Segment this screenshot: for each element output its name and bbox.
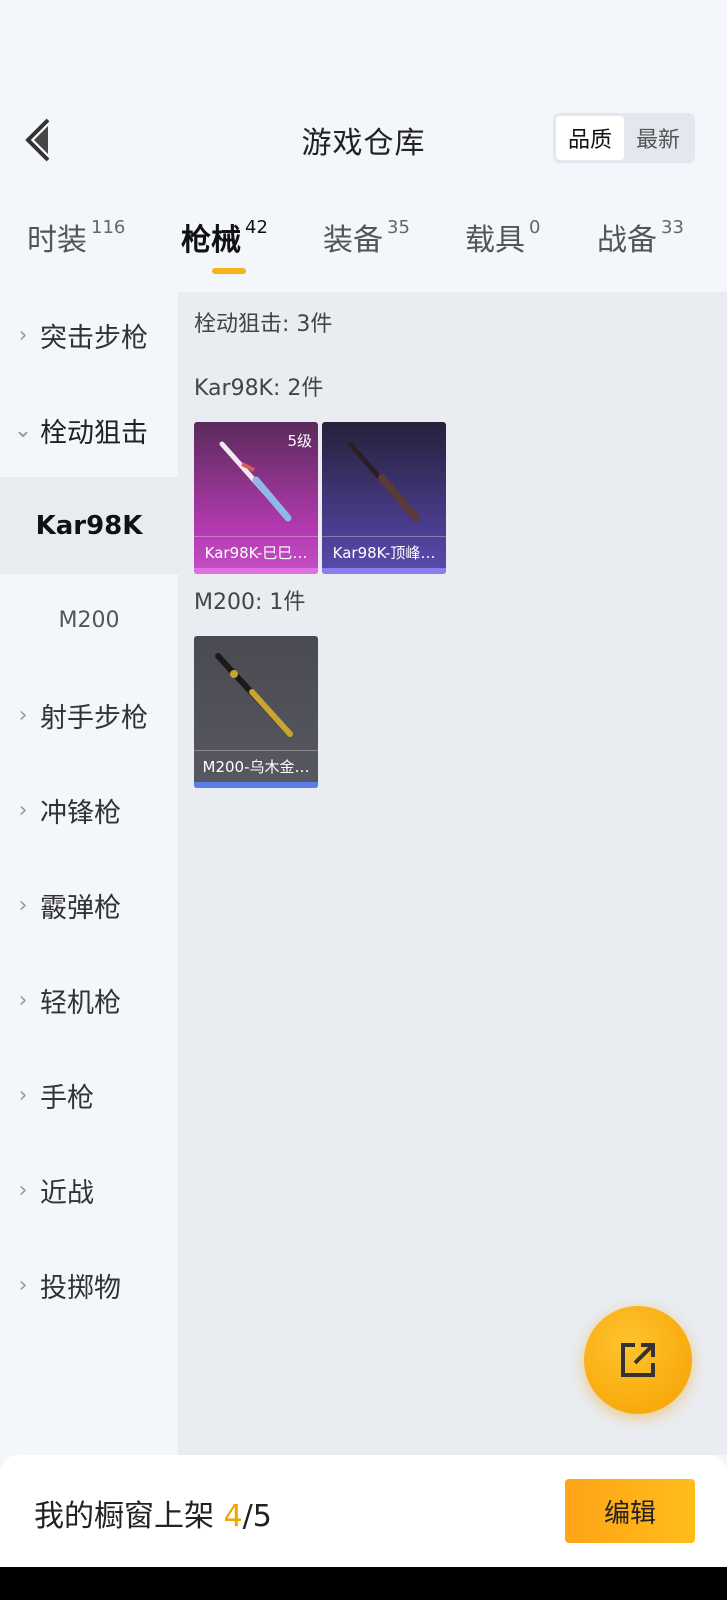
chevron-right-icon: › (18, 988, 28, 1013)
showcase-label: 我的橱窗上架 (34, 1499, 214, 1534)
tab-equipment[interactable]: 装备 35 (323, 215, 410, 275)
sidebar-subitem-label: Kar98K (35, 510, 143, 541)
chevron-right-icon: › (18, 1083, 28, 1108)
rarity-bar (322, 568, 446, 574)
group-title: M200: 1件 (194, 590, 306, 615)
rifle-skin-image (215, 653, 293, 737)
share-button[interactable] (584, 1306, 692, 1414)
tab-count: 116 (91, 217, 126, 238)
tab-label: 枪械 (181, 223, 241, 258)
item-name: M200-乌木金… (194, 750, 318, 782)
showcase-status: 我的橱窗上架 4/5 (34, 1491, 272, 1535)
tab-firearms[interactable]: 枪械 42 (181, 215, 268, 275)
sort-toggle[interactable]: 品质 最新 (553, 113, 695, 163)
showcase-bar: 我的橱窗上架 4/5 编辑 (0, 1455, 727, 1567)
sort-newest-option[interactable]: 最新 (624, 116, 692, 160)
item-card[interactable]: Kar98K-顶峰… (322, 422, 446, 574)
sidebar-item-smg[interactable]: › 冲锋枪 (0, 762, 178, 859)
item-name: Kar98K-顶峰… (322, 536, 446, 568)
item-card[interactable]: M200-乌木金… (194, 636, 318, 788)
sidebar-item-throwables[interactable]: › 投掷物 (0, 1237, 178, 1334)
tab-label: 战备 (597, 223, 657, 258)
sidebar-item-label: 投掷物 (40, 1273, 121, 1304)
rarity-bar (194, 568, 318, 574)
sidebar-item-shotgun[interactable]: › 霰弹枪 (0, 857, 178, 954)
tab-label: 时装 (27, 223, 87, 258)
sidebar-item-assault-rifle[interactable]: › 突击步枪 (0, 287, 178, 384)
tab-count: 33 (661, 217, 684, 238)
tab-count: 35 (387, 217, 410, 238)
sidebar-item-label: 冲锋枪 (40, 798, 121, 829)
sidebar-subitem-m200[interactable]: M200 (0, 572, 178, 669)
sidebar-item-pistol[interactable]: › 手枪 (0, 1047, 178, 1144)
showcase-current-count: 4 (223, 1499, 243, 1534)
sidebar-item-label: 轻机枪 (40, 988, 121, 1019)
tab-count: 42 (245, 217, 268, 238)
sidebar-item-label: 射手步枪 (40, 703, 148, 734)
chevron-right-icon: › (18, 893, 28, 918)
item-grid-panel: 栓动狙击: 3件 Kar98K: 2件 5级 Kar98K-巳巳… Kar98K… (178, 292, 727, 1455)
level-badge: 5级 (287, 432, 312, 450)
sort-quality-option[interactable]: 品质 (556, 116, 624, 160)
tab-combat-gear[interactable]: 战备 33 (597, 215, 684, 275)
sidebar-subitem-label: M200 (58, 608, 120, 633)
system-nav-bar (0, 1567, 727, 1600)
sidebar-item-label: 栓动狙击 (40, 418, 148, 449)
chevron-right-icon: › (18, 798, 28, 823)
tab-fashion[interactable]: 时装 116 (27, 215, 125, 275)
sidebar-item-label: 突击步枪 (40, 323, 148, 354)
chevron-right-icon: › (18, 703, 28, 728)
tab-vehicles[interactable]: 载具 0 (465, 215, 540, 275)
chevron-right-icon: › (18, 323, 28, 348)
item-card[interactable]: 5级 Kar98K-巳巳… (194, 422, 318, 574)
sidebar-subitem-kar98k[interactable]: Kar98K (0, 477, 178, 574)
showcase-total-count: /5 (242, 1499, 272, 1534)
item-name: Kar98K-巳巳… (194, 536, 318, 568)
sidebar-item-bolt-sniper[interactable]: ⌄ 栓动狙击 (0, 382, 178, 479)
sidebar-item-label: 近战 (40, 1178, 94, 1209)
tab-label: 装备 (323, 223, 383, 258)
chevron-down-icon: ⌄ (13, 418, 33, 443)
sidebar-item-label: 霰弹枪 (40, 893, 121, 924)
sidebar-item-lmg[interactable]: › 轻机枪 (0, 952, 178, 1049)
rarity-bar (194, 782, 318, 788)
edit-button[interactable]: 编辑 (565, 1479, 695, 1543)
sidebar-item-marksman-rifle[interactable]: › 射手步枪 (0, 667, 178, 764)
group-title: Kar98K: 2件 (194, 376, 324, 401)
sidebar-item-melee[interactable]: › 近战 (0, 1142, 178, 1239)
tab-count: 0 (529, 217, 541, 238)
category-tabs: 时装 116 枪械 42 装备 35 载具 0 战备 33 (0, 215, 727, 275)
sidebar-item-label: 手枪 (40, 1083, 94, 1114)
external-link-icon (621, 1343, 655, 1377)
header: 游戏仓库 品质 最新 (0, 100, 727, 180)
active-tab-indicator (212, 268, 246, 274)
chevron-right-icon: › (18, 1178, 28, 1203)
category-count-title: 栓动狙击: 3件 (194, 312, 333, 337)
chevron-right-icon: › (18, 1273, 28, 1298)
rifle-skin-image (347, 441, 420, 522)
tab-label: 载具 (465, 223, 525, 258)
sidebar: › 突击步枪 ⌄ 栓动狙击 Kar98K M200 › 射手步枪 › 冲锋枪 ›… (0, 292, 178, 1455)
